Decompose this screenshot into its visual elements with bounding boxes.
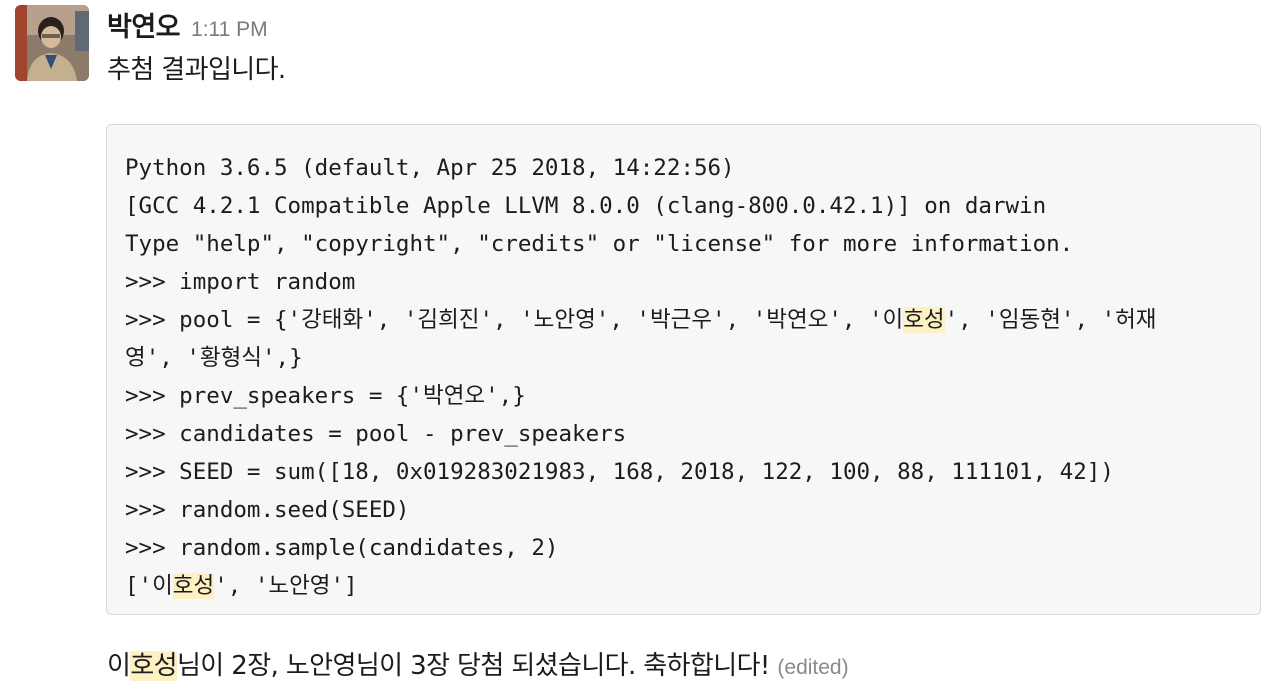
message-text-result: 이호성님이 2장, 노안영님이 3장 당첨 되셨습니다. 축하합니다! (edi… [107, 645, 849, 682]
code-line: >>> candidates = pool - prev_speakers [125, 421, 627, 447]
code-segment: >>> pool = {'강태화', '김희진', '노안영', '박근우', … [125, 307, 904, 333]
code-block: Python 3.6.5 (default, Apr 25 2018, 14:2… [106, 124, 1261, 615]
code-line: >>> prev_speakers = {'박연오',} [125, 383, 526, 409]
code-line: >>> random.seed(SEED) [125, 497, 410, 523]
code-segment: ['이 [125, 573, 173, 599]
code-line: Python 3.6.5 (default, Apr 25 2018, 14:2… [125, 155, 735, 181]
highlighted-name: 호성 [903, 307, 945, 333]
text-segment: 님이 2장, 노안영님이 3장 당첨 되셨습니다. 축하합니다! [176, 651, 778, 681]
text-segment: 이 [107, 651, 131, 681]
edited-label: (edited) [777, 656, 849, 679]
code-segment: ', '임동현', '허재 [944, 307, 1157, 333]
message-header: 박연오 1:11 PM [107, 5, 268, 44]
highlighted-name: 호성 [172, 573, 215, 599]
message-timestamp[interactable]: 1:11 PM [191, 18, 268, 42]
code-line: ['이호성', '노안영'] [125, 567, 1250, 605]
code-line: Type "help", "copyright", "credits" or "… [125, 231, 1074, 257]
highlighted-name: 호성 [130, 651, 178, 681]
code-segment: ', '노안영'] [214, 573, 358, 599]
sender-name[interactable]: 박연오 [107, 5, 181, 44]
message-text: 추첨 결과입니다. [107, 55, 286, 85]
code-line: >>> import random [125, 269, 356, 295]
code-line: >>> random.sample(candidates, 2) [125, 535, 559, 561]
code-line: [GCC 4.2.1 Compatible Apple LLVM 8.0.0 (… [125, 193, 1047, 219]
code-line: 영', '황형식',} [125, 345, 303, 371]
code-line: >>> SEED = sum([18, 0x019283021983, 168,… [125, 459, 1114, 485]
user-photo-icon [15, 5, 89, 81]
code-line: >>> pool = {'강태화', '김희진', '노안영', '박근우', … [125, 301, 1250, 339]
avatar[interactable] [15, 5, 89, 81]
